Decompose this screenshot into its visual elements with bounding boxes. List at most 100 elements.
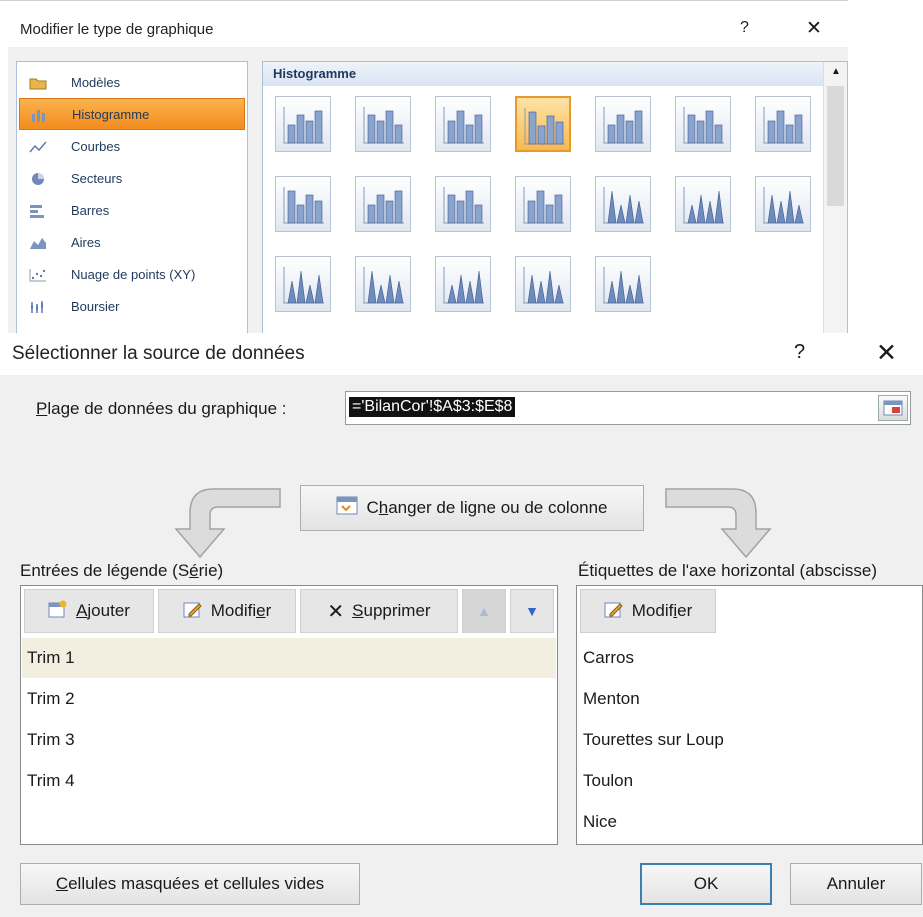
delete-series-button[interactable]: ✕ Supprimer: [300, 589, 458, 633]
bar-chart-icon: [29, 202, 51, 218]
series-row[interactable]: Trim 3: [22, 720, 556, 760]
category-item-modeles[interactable]: Modèles: [19, 66, 245, 98]
column-3d-icon: [603, 107, 644, 144]
chart-subtype-tile[interactable]: [355, 176, 411, 232]
dialog-title: Modifier le type de graphique: [20, 21, 214, 38]
column-3d-icon: [523, 267, 564, 304]
chart-subtype-tile[interactable]: [355, 96, 411, 152]
switch-row-column-button[interactable]: Changer de ligne ou de colonne: [300, 485, 644, 531]
title-bar: Modifier le type de graphique ? ✕: [0, 1, 848, 43]
chart-subtype-gallery: Histogramme ▲: [262, 61, 848, 334]
hidden-empty-cells-button[interactable]: Cellules masquées et cellules vides: [20, 863, 360, 905]
category-label: Courbes: [71, 138, 121, 154]
switch-rows-columns-icon: [336, 496, 358, 521]
chart-subtype-tile[interactable]: [275, 256, 331, 312]
category-label: Modèles: [71, 74, 121, 90]
category-item-boursier[interactable]: Boursier: [19, 290, 245, 322]
edit-axis-labels-button[interactable]: Modifier: [580, 589, 716, 633]
column-3d-icon: [683, 107, 724, 144]
chart-subtype-tile[interactable]: [755, 176, 811, 232]
column-3d-icon: [443, 107, 484, 144]
chart-subtype-tile[interactable]: [755, 96, 811, 152]
move-up-button[interactable]: ▲: [462, 589, 506, 633]
range-picker-icon[interactable]: [878, 395, 908, 421]
line-chart-icon: [29, 138, 51, 154]
category-label: Aires: [71, 234, 101, 250]
column-3d-icon: [524, 108, 565, 145]
column-3d-icon: [283, 267, 324, 304]
chart-subtype-tile[interactable]: [595, 176, 651, 232]
chart-subtype-tile[interactable]: [275, 96, 331, 152]
category-item-secteurs[interactable]: Secteurs: [19, 162, 245, 194]
scatter-chart-icon: [29, 266, 51, 282]
axis-label-row[interactable]: Carros: [578, 638, 921, 678]
column-3d-icon: [523, 187, 564, 224]
chart-subtype-tile[interactable]: [515, 96, 571, 152]
edit-series-button[interactable]: Modifier: [158, 589, 296, 633]
arrow-down-icon: ▼: [525, 603, 539, 619]
category-item-histogramme[interactable]: Histogramme: [19, 98, 245, 130]
scroll-thumb[interactable]: [827, 86, 844, 206]
data-range-label: Plage de données du graphique :: [36, 399, 287, 418]
ok-button[interactable]: OK: [640, 863, 772, 905]
cancel-button[interactable]: Annuler: [790, 863, 922, 905]
chart-subtype-tile[interactable]: [435, 96, 491, 152]
select-data-source-dialog: Sélectionner la source de données ? ✕ Pl…: [0, 333, 923, 917]
axis-label-row[interactable]: Toulon: [578, 761, 921, 801]
curved-arrow-left-icon: [174, 488, 281, 559]
pie-chart-icon: [29, 170, 51, 186]
add-icon: [48, 600, 68, 623]
gallery-heading: Histogramme: [263, 62, 823, 86]
column-3d-icon: [603, 267, 644, 304]
chart-subtype-tile[interactable]: [355, 256, 411, 312]
chart-subtype-tile[interactable]: [595, 256, 651, 312]
series-row[interactable]: Trim 2: [22, 679, 556, 719]
close-button[interactable]: ✕: [806, 17, 822, 40]
chart-subtype-tile[interactable]: [435, 256, 491, 312]
chart-category-list: Modèles Histogramme Courbes Secteurs Bar…: [16, 61, 248, 336]
scroll-up-icon[interactable]: ▲: [831, 66, 841, 77]
category-item-courbes[interactable]: Courbes: [19, 130, 245, 162]
folder-icon: [29, 74, 51, 90]
column-3d-icon: [363, 187, 404, 224]
series-row[interactable]: Trim 4: [22, 761, 556, 801]
column-3d-icon: [603, 187, 644, 224]
axis-label-row[interactable]: Tourettes sur Loup: [578, 720, 921, 760]
column-3d-icon: [363, 267, 404, 304]
category-item-aires[interactable]: Aires: [19, 226, 245, 258]
curved-arrow-right-icon: [665, 488, 772, 559]
category-label: Boursier: [71, 298, 120, 314]
gallery-scrollbar[interactable]: ▲: [823, 62, 847, 333]
chart-subtype-tile[interactable]: [675, 96, 731, 152]
column-3d-icon: [443, 187, 484, 224]
column-3d-icon: [283, 107, 324, 144]
data-range-input[interactable]: ='BilanCor'!$A$3:$E$8: [345, 391, 911, 425]
help-button[interactable]: ?: [794, 341, 805, 364]
close-button[interactable]: ✕: [876, 338, 897, 368]
axis-label-row[interactable]: Menton: [578, 679, 921, 719]
axis-label-row[interactable]: Nice: [578, 802, 921, 842]
series-row[interactable]: Trim 1: [22, 638, 556, 678]
category-label: Barres: [71, 202, 110, 218]
chart-subtype-tile[interactable]: [515, 176, 571, 232]
change-chart-type-dialog: Modifier le type de graphique ? ✕ Modèle…: [0, 0, 848, 336]
chart-subtype-tile[interactable]: [675, 176, 731, 232]
add-series-button[interactable]: Ajouter: [24, 589, 154, 633]
chart-subtype-tile[interactable]: [435, 176, 491, 232]
arrow-up-icon: ▲: [477, 603, 491, 619]
chart-subtype-tile[interactable]: [275, 176, 331, 232]
help-button[interactable]: ?: [740, 19, 749, 37]
column-3d-icon: [763, 107, 804, 144]
area-chart-icon: [29, 234, 51, 250]
chart-subtype-tile[interactable]: [595, 96, 651, 152]
edit-icon: [604, 600, 624, 623]
column-chart-icon: [30, 106, 52, 122]
legend-entries-panel: Ajouter Modifier ✕ Supprimer ▲ ▼ Trim 1T…: [20, 585, 558, 845]
chart-subtype-tile[interactable]: [515, 256, 571, 312]
category-item-barres[interactable]: Barres: [19, 194, 245, 226]
dialog-title: Sélectionner la source de données: [12, 343, 305, 364]
category-item-nuage-de-points[interactable]: Nuage de points (XY): [19, 258, 245, 290]
move-down-button[interactable]: ▼: [510, 589, 554, 633]
category-label: Histogramme: [72, 106, 150, 122]
stock-chart-icon: [29, 298, 51, 314]
